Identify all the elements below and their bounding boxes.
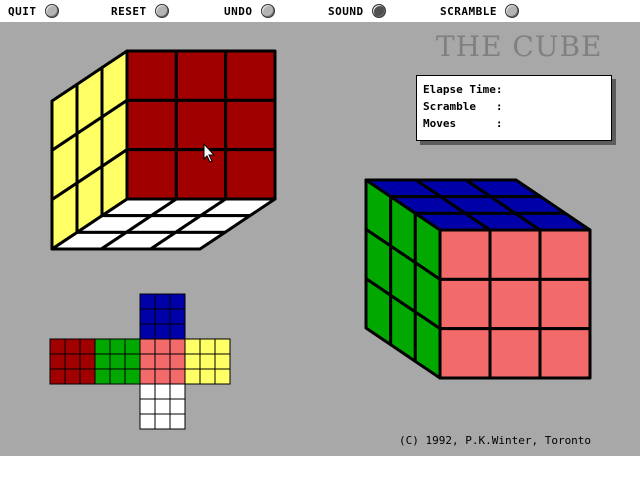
net-front-left-cell — [94, 368, 111, 385]
net-up-cell — [139, 293, 156, 310]
net-left-cell — [79, 353, 96, 370]
net-front-cell — [154, 368, 171, 385]
net-left-cell — [79, 338, 96, 355]
net-up-cell — [169, 293, 186, 310]
net-up-cell — [154, 308, 171, 325]
net-right-cell — [184, 353, 201, 370]
net-front-left-cell — [124, 338, 141, 355]
net-left-cell — [49, 353, 66, 370]
net-up-cell — [154, 293, 171, 310]
front-face-sticker[interactable] — [488, 228, 542, 281]
net-down-cell — [154, 383, 171, 400]
front-face-sticker[interactable] — [538, 228, 592, 281]
front-face-sticker[interactable] — [438, 327, 492, 380]
net-front-cell — [154, 353, 171, 370]
front-face-sticker[interactable] — [438, 277, 492, 331]
back-view-cube[interactable] — [50, 49, 277, 251]
net-left-cell — [64, 353, 81, 370]
back-face-sticker[interactable] — [125, 49, 178, 102]
net-down-cell — [139, 383, 156, 400]
back-face-sticker[interactable] — [174, 49, 228, 102]
net-left-cell — [49, 368, 66, 385]
net-front-cell — [169, 353, 186, 370]
net-front-left-cell — [94, 353, 111, 370]
net-front-cell — [169, 368, 186, 385]
net-down-cell — [154, 413, 171, 430]
net-left-cell — [64, 338, 81, 355]
net-left-cell — [64, 368, 81, 385]
net-up-cell — [154, 323, 171, 340]
net-front-cell — [139, 368, 156, 385]
net-right-cell — [199, 368, 216, 385]
net-up-cell — [169, 308, 186, 325]
net-right-cell — [199, 338, 216, 355]
cube-graphics — [49, 49, 592, 430]
net-front-left-cell — [109, 368, 126, 385]
net-up-cell — [139, 308, 156, 325]
net-front-left-cell — [94, 338, 111, 355]
back-face-sticker[interactable] — [125, 98, 178, 152]
net-up-cell — [139, 323, 156, 340]
net-right-cell — [184, 338, 201, 355]
net-right-cell — [184, 368, 201, 385]
back-face-sticker[interactable] — [224, 98, 277, 152]
front-face-sticker[interactable] — [538, 327, 592, 380]
net-front-left-cell — [124, 353, 141, 370]
net-front-left-cell — [109, 338, 126, 355]
net-left-cell — [79, 368, 96, 385]
net-down-cell — [169, 413, 186, 430]
front-view-cube[interactable] — [364, 178, 592, 380]
net-right-cell — [214, 368, 231, 385]
front-face-sticker[interactable] — [488, 277, 542, 331]
front-face-sticker[interactable] — [488, 327, 542, 380]
front-face-sticker[interactable] — [438, 228, 492, 281]
net-down-cell — [139, 398, 156, 415]
net-front-left-cell — [109, 353, 126, 370]
net-right-cell — [214, 353, 231, 370]
net-front-left-cell — [124, 368, 141, 385]
net-down-cell — [154, 398, 171, 415]
net-front-cell — [139, 353, 156, 370]
cube-net-map — [49, 293, 231, 430]
net-down-cell — [139, 413, 156, 430]
back-face-sticker[interactable] — [174, 98, 228, 152]
back-face-sticker[interactable] — [224, 148, 277, 201]
net-right-cell — [214, 338, 231, 355]
net-front-cell — [169, 338, 186, 355]
net-front-cell — [154, 338, 171, 355]
net-down-cell — [169, 383, 186, 400]
back-face-sticker[interactable] — [125, 148, 178, 201]
net-down-cell — [169, 398, 186, 415]
back-face-sticker[interactable] — [224, 49, 277, 102]
net-up-cell — [169, 323, 186, 340]
net-front-cell — [139, 338, 156, 355]
net-left-cell — [49, 338, 66, 355]
back-face-sticker[interactable] — [174, 148, 228, 201]
net-right-cell — [199, 353, 216, 370]
front-face-sticker[interactable] — [538, 277, 592, 331]
